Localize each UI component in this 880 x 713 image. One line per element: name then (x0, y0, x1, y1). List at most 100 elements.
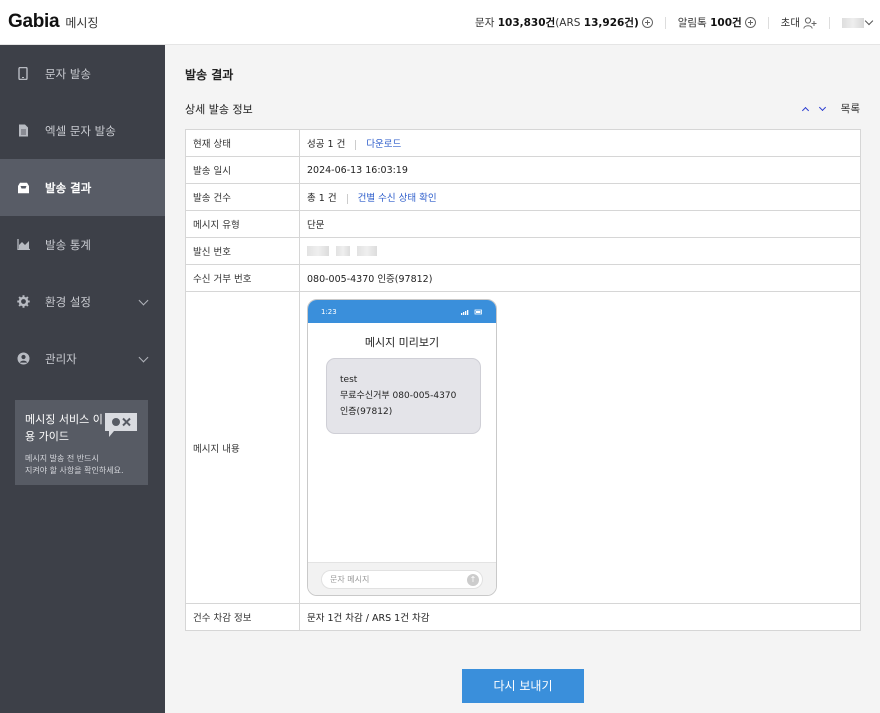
sidebar-item-label: 발송 통계 (45, 237, 91, 252)
alimtalk-label: 알림톡 (677, 17, 707, 29)
phone-time: 1:23 (321, 307, 337, 316)
guide-desc-line: 지켜야 할 사항을 확인하세요. (25, 466, 124, 475)
account-name-masked (842, 17, 864, 28)
table-row: 현재 상태 성공 1 건 다운로드 (185, 129, 861, 157)
row-label: 현재 상태 (185, 129, 300, 157)
add-alimtalk-icon[interactable] (744, 17, 756, 28)
add-sms-icon[interactable] (641, 17, 653, 28)
row-label: 발송 건수 (185, 183, 300, 211)
sidebar: 문자 발송 엑셀 문자 발송 발송 결과 발송 통계 환경 설정 관리자 메시징… (0, 45, 165, 713)
signal-battery-icon (461, 309, 482, 315)
account-menu[interactable] (842, 16, 874, 28)
user-circle-icon (16, 352, 30, 366)
sidebar-item-admin[interactable]: 관리자 (0, 330, 165, 387)
sidebar-item-settings[interactable]: 환경 설정 (0, 273, 165, 330)
row-label: 건수 차감 정보 (185, 603, 300, 631)
sidebar-item-send-sms[interactable]: 문자 발송 (0, 45, 165, 102)
brand-sub: 메시징 (65, 16, 99, 30)
row-label: 발송 일시 (185, 156, 300, 184)
row-value: 성공 1 건 다운로드 (299, 129, 861, 157)
user-add-icon (803, 16, 817, 29)
deduct-value: 문자 1건 차감 / ARS 1건 차감 (299, 603, 861, 631)
logo[interactable]: Gabia 메시징 (8, 11, 98, 33)
sidebar-item-excel-send[interactable]: 엑셀 문자 발송 (0, 102, 165, 159)
sidebar-item-label: 관리자 (45, 351, 77, 366)
excel-icon (16, 124, 30, 138)
ars-label: (ARS (555, 16, 581, 29)
brand-name: Gabia (8, 11, 60, 32)
message-line: 인증(97812) (340, 407, 393, 417)
table-row: 메시지 내용 1:23 메시지 미리보기 test 무료수신거부 080-005… (185, 291, 861, 604)
alimtalk-balance: 알림톡 100건 (678, 15, 756, 30)
guide-title: 메시징 서비스 이용 가이드 (25, 413, 103, 443)
sidebar-item-label: 문자 발송 (45, 66, 91, 81)
table-row: 발송 건수 총 1 건 건별 수신 상태 확인 (185, 183, 861, 211)
chart-icon (16, 238, 30, 252)
top-right-info: 문자 103,830건 (ARS 13,926건) 알림톡 100건 초대 (475, 0, 874, 45)
send-arrow-icon: ↑ (467, 574, 479, 586)
page-title: 발송 결과 (185, 68, 234, 82)
row-label: 발신 번호 (185, 237, 300, 265)
message-preview-cell: 1:23 메시지 미리보기 test 무료수신거부 080-005-4370 인… (299, 291, 861, 604)
sidebar-item-label: 환경 설정 (45, 294, 91, 309)
divider (767, 16, 769, 29)
sidebar-item-label: 발송 결과 (45, 180, 92, 195)
reject-number-value: 080-005-4370 인증(97812) (299, 264, 861, 292)
divider (829, 16, 830, 29)
phone-status-bar: 1:23 (308, 300, 496, 323)
top-bar: Gabia 메시징 문자 103,830건 (ARS 13,926건) 알림톡 1… (0, 0, 880, 45)
resend-button[interactable]: 다시 보내기 (462, 669, 584, 703)
sidebar-item-label: 엑셀 문자 발송 (45, 123, 116, 138)
service-guide-banner[interactable]: 메시징 서비스 이용 가이드 메시지 발송 전 반드시 지켜야 할 사항을 확인… (15, 400, 148, 485)
sidebar-item-statistics[interactable]: 발송 통계 (0, 216, 165, 273)
msg-type-value: 단문 (299, 210, 861, 238)
receive-status-link[interactable]: 건별 수신 상태 확인 (358, 193, 437, 204)
phone-icon (16, 67, 30, 81)
divider (346, 193, 348, 204)
send-time-value: 2024-06-13 16:03:19 (299, 156, 861, 184)
chevron-down-icon (138, 295, 149, 306)
chevron-up-icon[interactable] (801, 106, 809, 114)
chevron-down-icon (864, 16, 874, 25)
phone-preview: 1:23 메시지 미리보기 test 무료수신거부 080-005-4370 인… (307, 299, 497, 596)
divider (355, 139, 357, 150)
gear-icon (16, 295, 30, 309)
row-label: 메시지 유형 (185, 210, 300, 238)
invite-button[interactable]: 초대 (781, 15, 817, 30)
sender-number-masked (299, 237, 861, 265)
table-row: 발송 일시 2024-06-13 16:03:19 (185, 156, 861, 184)
masked-text (336, 246, 351, 256)
ars-count: 13,926건) (583, 17, 639, 29)
preview-title: 메시지 미리보기 (364, 336, 440, 349)
chevron-down-icon[interactable] (818, 103, 826, 111)
message-line: 무료수신거부 080-005-4370 (340, 391, 457, 401)
masked-text (357, 246, 378, 256)
table-row: 수신 거부 번호 080-005-4370 인증(97812) (185, 264, 861, 292)
send-detail-table: 현재 상태 성공 1 건 다운로드 발송 일시 2024-06-13 16:03:… (185, 129, 861, 631)
guide-desc-line: 메시지 발송 전 반드시 (25, 454, 99, 463)
guide-description: 메시지 발송 전 반드시 지켜야 할 사항을 확인하세요. (25, 453, 138, 477)
divider (664, 16, 666, 29)
table-row: 발신 번호 (185, 237, 861, 265)
count-value: 총 1 건 (307, 193, 337, 204)
list-button[interactable]: 목록 (841, 101, 860, 116)
row-label: 메시지 내용 (185, 291, 300, 604)
sms-count: 103,830건 (497, 17, 556, 29)
masked-text (307, 246, 329, 256)
sidebar-item-send-result[interactable]: 발송 결과 (0, 159, 165, 216)
phone-input-bar: 문자 메시지 ↑ (308, 562, 496, 595)
message-block-icon (105, 413, 137, 437)
row-label: 수신 거부 번호 (185, 264, 300, 292)
table-row: 건수 차감 정보 문자 1건 차감 / ARS 1건 차감 (185, 603, 861, 631)
section-title: 상세 발송 정보 (185, 103, 253, 116)
inbox-icon (16, 181, 30, 195)
input-placeholder-text: 문자 메시지 (330, 575, 370, 584)
table-row: 메시지 유형 단문 (185, 210, 861, 238)
status-value: 성공 1 건 (307, 139, 346, 150)
main-content: 발송 결과 상세 발송 정보 목록 현재 상태 성공 1 건 다운로드 발송 일시… (165, 45, 880, 713)
message-line: test (340, 375, 358, 385)
download-link[interactable]: 다운로드 (366, 139, 401, 150)
message-bubble: test 무료수신거부 080-005-4370 인증(97812) (326, 358, 481, 434)
sms-balance: 문자 103,830건 (ARS 13,926건) (475, 15, 653, 30)
section-controls: 목록 (797, 101, 860, 116)
